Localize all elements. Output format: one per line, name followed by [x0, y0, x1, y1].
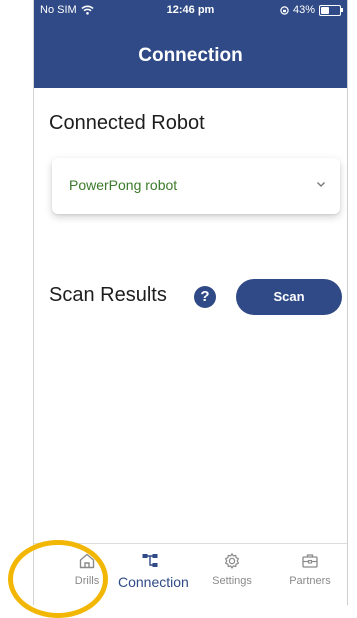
network-icon — [142, 554, 158, 567]
tab-partners[interactable]: Partners — [278, 552, 342, 587]
gear-icon — [225, 553, 239, 569]
scan-results-heading: Scan Results — [49, 284, 167, 306]
app-screen: No SIM 12:46 pm 43% Connection Connected… — [0, 0, 357, 618]
tab-drills-label: Drills — [74, 575, 100, 587]
tab-settings-label: Settings — [212, 575, 252, 587]
tab-settings[interactable]: Settings — [200, 552, 264, 587]
help-icon[interactable]: ? — [194, 286, 216, 308]
robot-select-value: PowerPong robot — [69, 177, 178, 193]
orientation-lock-icon — [280, 5, 289, 15]
status-bar: No SIM 12:46 pm 43% — [34, 0, 347, 26]
tabbar-divider — [34, 543, 347, 544]
chevron-down-icon — [317, 182, 325, 187]
tab-connection-label: Connection — [118, 574, 189, 590]
device-edge-right — [347, 0, 357, 605]
battery-icon — [319, 4, 343, 16]
status-right: 43% — [280, 4, 343, 16]
briefcase-icon — [302, 554, 318, 568]
scan-button[interactable]: Scan — [236, 279, 342, 315]
home-icon — [79, 553, 95, 569]
app-header: No SIM 12:46 pm 43% Connection — [34, 0, 347, 88]
tab-partners-label: Partners — [289, 575, 331, 587]
tab-drills[interactable]: Drills — [55, 552, 119, 587]
battery-percent: 43% — [292, 4, 315, 16]
connected-robot-heading: Connected Robot — [49, 112, 205, 134]
device-edge-left — [33, 0, 34, 605]
tab-connection[interactable]: Connection — [118, 552, 189, 590]
robot-select-dropdown[interactable]: PowerPong robot — [52, 158, 340, 214]
page-title: Connection — [138, 45, 243, 66]
